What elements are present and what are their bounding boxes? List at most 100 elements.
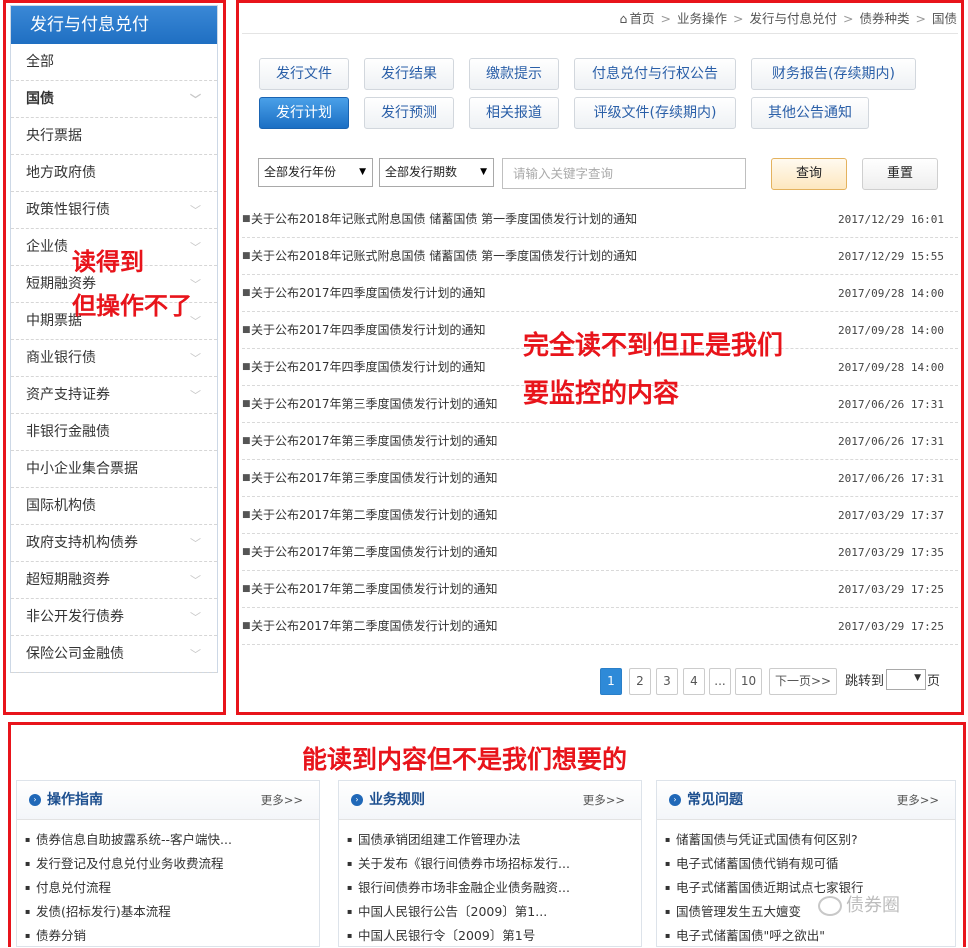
reset-button[interactable]: 重置 <box>862 158 938 190</box>
chevron-down-icon: ﹀ <box>190 611 201 624</box>
sidebar-item-label: 企业债 <box>26 239 68 255</box>
sidebar-item[interactable]: 央行票据 <box>11 118 217 155</box>
panel-list-item[interactable]: 国债管理发生五大嬗变 <box>657 900 955 924</box>
panel-list-item[interactable]: 付息兑付流程 <box>17 876 319 900</box>
panel-list-item[interactable]: 债券信息自助披露系统--客户端快... <box>17 828 319 852</box>
jump-label: 跳转到 <box>845 674 885 689</box>
breadcrumb-item[interactable]: 国债 <box>932 11 957 26</box>
more-link[interactable]: 更多>> <box>583 781 625 820</box>
query-button[interactable]: 查询 <box>771 158 847 190</box>
page-button[interactable]: 4 <box>683 668 705 695</box>
breadcrumb-item[interactable]: 发行与付息兑付 <box>749 11 837 26</box>
tab-2[interactable]: 发行结果 <box>364 58 454 90</box>
page-button[interactable]: 3 <box>656 668 678 695</box>
panel-list-item[interactable]: 电子式储蓄国债近期试点七家银行 <box>657 876 955 900</box>
term-select[interactable]: 全部发行期数 ▼ <box>379 158 494 187</box>
page-button[interactable]: 10 <box>735 668 762 695</box>
panel-list-item[interactable]: 储蓄国债与凭证式国债有何区别? <box>657 828 955 852</box>
panel-list-item[interactable]: 债券分销 <box>17 924 319 948</box>
notice-title-link[interactable]: 关于公布2017年第二季度国债发行计划的通知 <box>251 534 498 571</box>
tab-4[interactable]: 付息兑付与行权公告 <box>574 58 736 90</box>
sidebar-item[interactable]: 国际机构债 <box>11 488 217 525</box>
tab-7[interactable]: 发行预测 <box>364 97 454 129</box>
panel-list-item[interactable]: 中国人民银行公告〔2009〕第1... <box>339 900 641 924</box>
panel-list-item[interactable]: 银行间债券市场非金融企业债务融资... <box>339 876 641 900</box>
sidebar-item-label: 超短期融资券 <box>26 572 110 588</box>
notice-title-link[interactable]: 关于公布2017年第三季度国债发行计划的通知 <box>251 460 498 497</box>
dropdown-arrow-icon: ▼ <box>480 167 487 177</box>
sidebar-item[interactable]: 国债 ﹀ <box>11 81 217 118</box>
notice-title-link[interactable]: 关于公布2017年第三季度国债发行计划的通知 <box>251 386 498 423</box>
bullet-icon: ■ <box>242 510 251 520</box>
breadcrumb-item[interactable]: 业务操作 <box>677 11 727 26</box>
notice-title-link[interactable]: 关于公布2017年第二季度国债发行计划的通知 <box>251 497 498 534</box>
notice-title-link[interactable]: 关于公布2018年记账式附息国债 储蓄国债 第一季度国债发行计划的通知 <box>251 201 637 238</box>
year-select-value: 全部发行年份 <box>264 165 337 179</box>
notice-title-link[interactable]: 关于公布2017年第二季度国债发行计划的通知 <box>251 608 498 645</box>
notice-title-link[interactable]: 关于公布2017年第二季度国债发行计划的通知 <box>251 571 498 608</box>
annotation-sidebar-line1: 读得到 <box>72 248 144 276</box>
panel-title: 操作指南 <box>47 792 103 808</box>
notice-row: ■ 关于公布2017年第三季度国债发行计划的通知 2017/06/26 17:31 <box>242 460 958 497</box>
panel-list-item[interactable]: 关于发布《银行间债券市场招标发行... <box>339 852 641 876</box>
page-button[interactable]: 2 <box>629 668 651 695</box>
panel-list: 储蓄国债与凭证式国债有何区别?电子式储蓄国债代销有规可循电子式储蓄国债近期试点七… <box>657 820 955 948</box>
notice-date: 2017/09/28 14:00 <box>838 324 944 337</box>
sidebar-item[interactable]: 资产支持证券 ﹀ <box>11 377 217 414</box>
tab-5[interactable]: 财务报告(存续期内) <box>751 58 916 90</box>
notice-title-link[interactable]: 关于公布2017年四季度国债发行计划的通知 <box>251 312 486 349</box>
notice-row: ■ 关于公布2017年第二季度国债发行计划的通知 2017/03/29 17:25 <box>242 608 958 645</box>
tab-9[interactable]: 评级文件(存续期内) <box>574 97 736 129</box>
breadcrumb-item[interactable]: 首页 <box>629 11 654 26</box>
jump-page-select[interactable]: ▼ <box>886 669 926 690</box>
dropdown-arrow-icon: ▼ <box>359 167 366 177</box>
more-link[interactable]: 更多>> <box>897 781 939 820</box>
next-page-button[interactable]: 下一页>> <box>769 668 837 695</box>
panel-list-item[interactable]: 中国人民银行令〔2009〕第1号 <box>339 924 641 948</box>
more-link[interactable]: 更多>> <box>261 781 303 820</box>
bullet-icon: ■ <box>242 288 251 298</box>
panel-list-item[interactable]: 发债(招标发行)基本流程 <box>17 900 319 924</box>
notice-title-link[interactable]: 关于公布2018年记账式附息国债 储蓄国债 第一季度国债发行计划的通知 <box>251 238 637 275</box>
year-select[interactable]: 全部发行年份 ▼ <box>258 158 373 187</box>
panel-header: › 常见问题 更多>> <box>657 781 955 820</box>
breadcrumb-item[interactable]: 债券种类 <box>859 11 909 26</box>
tab-10[interactable]: 其他公告通知 <box>751 97 869 129</box>
annotation-sidebar: 读得到 但操作不了 <box>72 240 192 328</box>
notice-row: ■ 关于公布2017年第二季度国债发行计划的通知 2017/03/29 17:35 <box>242 534 958 571</box>
panel-list-item[interactable]: 发行登记及付息兑付业务收费流程 <box>17 852 319 876</box>
sidebar-item[interactable]: 政策性银行债 ﹀ <box>11 192 217 229</box>
panel-list-item[interactable]: 电子式储蓄国债"呼之欲出" <box>657 924 955 948</box>
tab-8[interactable]: 相关报道 <box>469 97 559 129</box>
info-panel: ›常见问题更多>>储蓄国债与凭证式国债有何区别?电子式储蓄国债代销有规可循电子式… <box>656 780 956 948</box>
page-button[interactable]: 1 <box>600 668 622 695</box>
panel-title: 常见问题 <box>687 792 743 808</box>
notice-title-link[interactable]: 关于公布2017年第三季度国债发行计划的通知 <box>251 423 498 460</box>
sidebar-item[interactable]: 全部 <box>11 44 217 81</box>
sidebar-title: 发行与付息兑付 <box>11 6 217 44</box>
tab-1[interactable]: 发行文件 <box>259 58 349 90</box>
sidebar-item[interactable]: 商业银行债 ﹀ <box>11 340 217 377</box>
sidebar-item[interactable]: 保险公司金融债 ﹀ <box>11 636 217 673</box>
circle-arrow-icon: › <box>29 794 41 806</box>
bullet-icon: ■ <box>242 584 251 594</box>
sidebar-item[interactable]: 地方政府债 <box>11 155 217 192</box>
panel-list-item[interactable]: 国债承销团组建工作管理办法 <box>339 828 641 852</box>
tab-6[interactable]: 发行计划 <box>259 97 349 129</box>
breadcrumb-separator-icon: > <box>915 11 926 26</box>
panel-list-item[interactable]: 电子式储蓄国债代销有规可循 <box>657 852 955 876</box>
sidebar-item[interactable]: 超短期融资券 ﹀ <box>11 562 217 599</box>
notice-title-link[interactable]: 关于公布2017年四季度国债发行计划的通知 <box>251 275 486 312</box>
sidebar-item[interactable]: 中小企业集合票据 <box>11 451 217 488</box>
sidebar-item[interactable]: 非公开发行债券 ﹀ <box>11 599 217 636</box>
notice-title-link[interactable]: 关于公布2017年四季度国债发行计划的通知 <box>251 349 486 386</box>
search-input[interactable]: 请输入关键字查询 <box>502 158 746 189</box>
chevron-down-icon: ﹀ <box>190 204 201 217</box>
tab-3[interactable]: 缴款提示 <box>469 58 559 90</box>
sidebar-item[interactable]: 非银行金融债 <box>11 414 217 451</box>
sidebar-item-label: 地方政府债 <box>26 165 96 181</box>
sidebar-item[interactable]: 政府支持机构债券 ﹀ <box>11 525 217 562</box>
bullet-icon: ■ <box>242 214 251 224</box>
notice-date: 2017/12/29 16:01 <box>838 213 944 226</box>
annotation-main-line1: 完全读不到但正是我们 <box>523 331 784 361</box>
